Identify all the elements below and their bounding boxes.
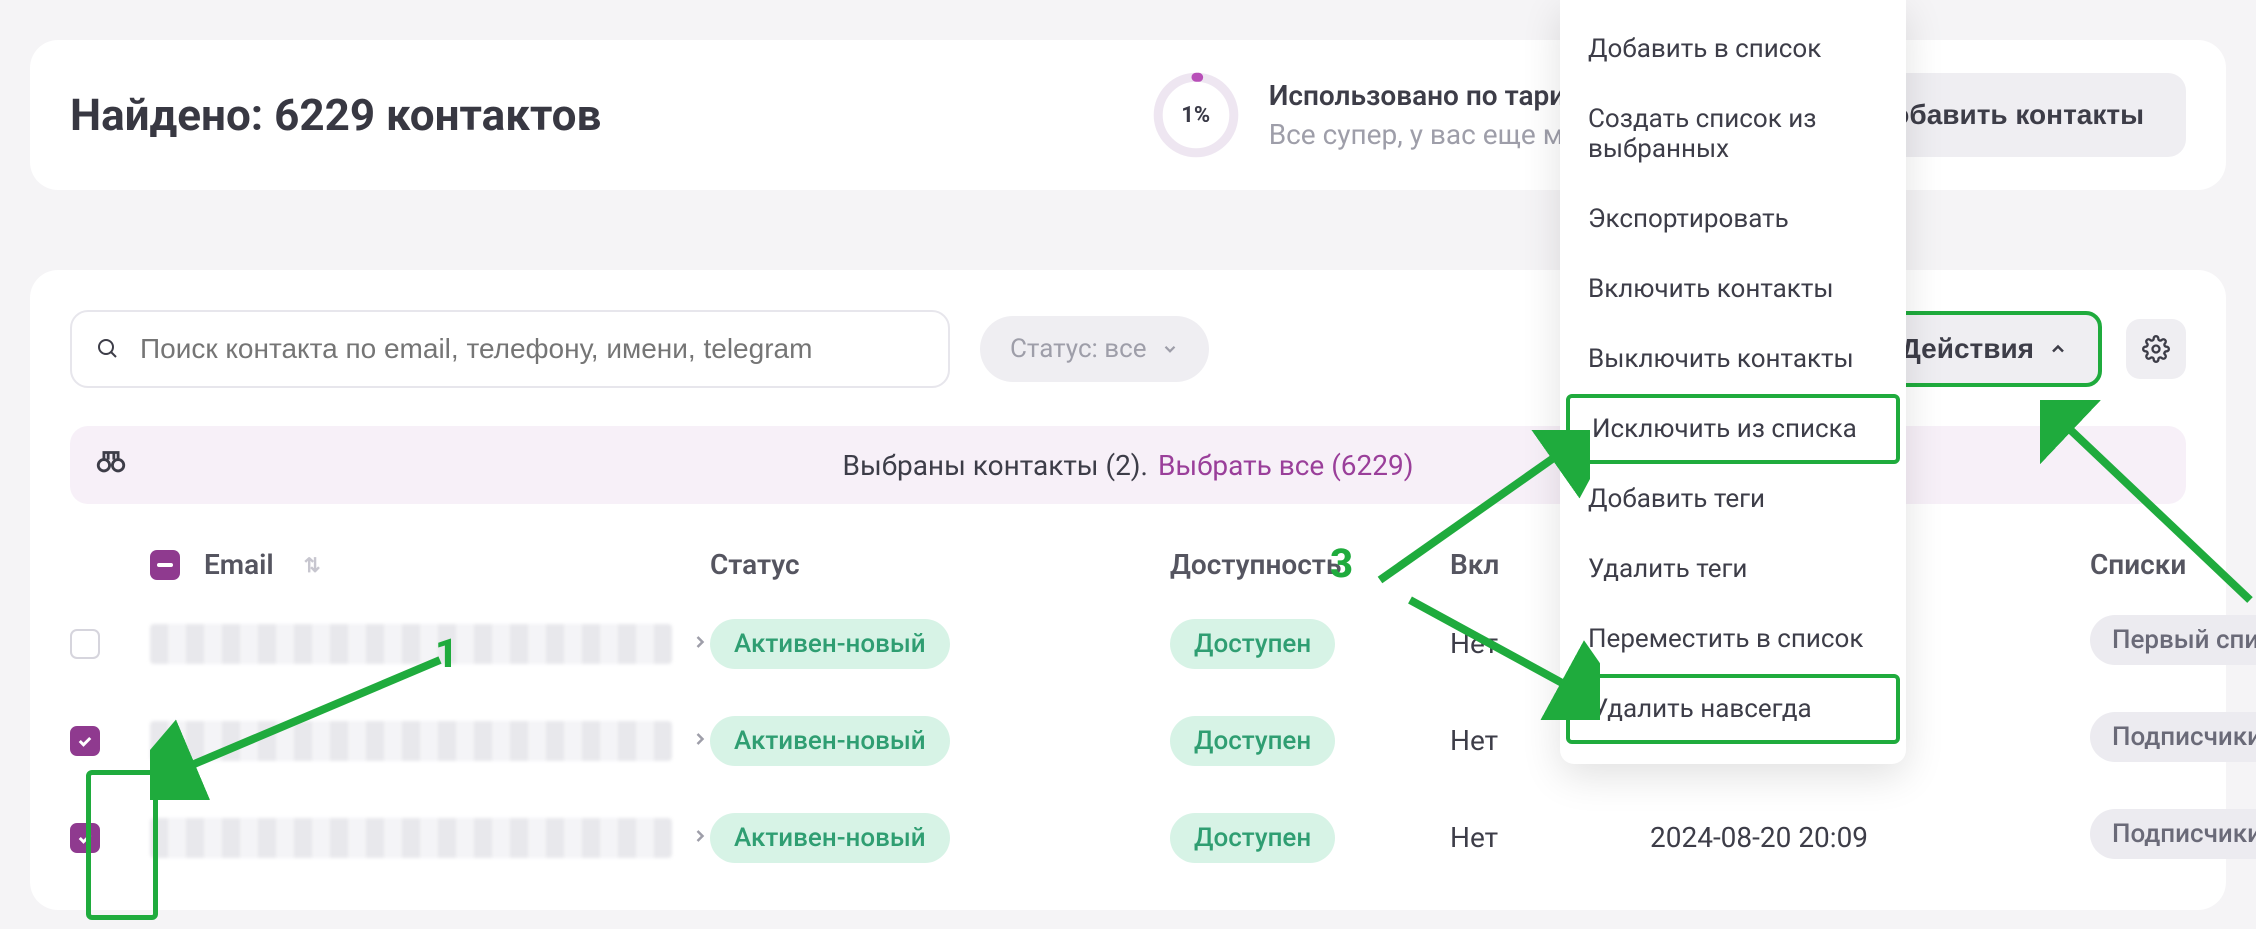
col-lists[interactable]: Списки [2090,548,2256,581]
dropdown-item[interactable]: Создать список из выбранных [1560,84,1906,184]
select-all-link[interactable]: Выбрать все (6229) [1158,449,1414,482]
usage-ring: 1% [1151,70,1241,160]
enabled-cell: Нет [1450,821,1650,854]
actions-label: Действия [1901,333,2034,365]
availability-badge: Доступен [1170,716,1335,766]
expand-row-button[interactable] [690,630,710,658]
selection-text: Выбраны контакты (2). [843,449,1148,482]
annotation-number-1: 1 [435,630,458,677]
dropdown-item[interactable]: Выключить контакты [1560,324,1906,394]
email-redacted [150,624,672,664]
status-filter[interactable]: Статус: все [980,316,1209,382]
search-box[interactable] [70,310,950,388]
date-cell: 2024-08-20 20:09 [1650,821,2090,854]
dropdown-item[interactable]: Удалить теги [1560,534,1906,604]
annotation-number-3: 3 [1330,540,1353,587]
header-checkbox-indeterminate[interactable] [150,550,180,580]
found-count-title: Найдено: 6229 контактов [70,89,601,141]
availability-badge: Доступен [1170,619,1335,669]
dropdown-item[interactable]: Добавить теги [1560,464,1906,534]
dropdown-item[interactable]: Исключить из списка [1566,394,1900,464]
dropdown-item[interactable]: Включить контакты [1560,254,1906,324]
usage-percent: 1% [1151,70,1241,160]
sort-icon[interactable]: ⇅ [304,553,321,577]
row-checkbox[interactable] [70,629,100,659]
actions-dropdown: Добавить в списокСоздать список из выбра… [1560,0,1906,764]
gear-icon [2142,335,2170,363]
col-status[interactable]: Статус [710,548,1170,581]
dropdown-item[interactable]: Добавить в список [1560,14,1906,84]
list-badge: Подписчики ... [2090,809,2256,859]
dropdown-item[interactable]: Экспортировать [1560,184,1906,254]
row-checkbox[interactable] [70,726,100,756]
col-email[interactable]: Email [204,548,274,581]
expand-row-button[interactable] [690,727,710,755]
status-badge: Активен-новый [710,716,950,766]
row-checkbox[interactable] [70,823,100,853]
status-badge: Активен-новый [710,813,950,863]
chevron-up-icon [2048,339,2068,359]
list-badge: Первый спи... [2090,615,2256,665]
search-icon [96,337,120,361]
chevron-down-icon [1161,340,1179,358]
email-redacted [150,721,672,761]
table-row: Активен-новый Доступен Нет 2024-08-20 20… [70,809,2186,866]
list-badge: Подписчики ... [2090,712,2256,762]
email-redacted [150,818,672,858]
status-badge: Активен-новый [710,619,950,669]
binoculars-icon [94,444,128,486]
expand-row-button[interactable] [690,824,710,852]
dropdown-item[interactable]: Переместить в список [1560,604,1906,674]
search-input[interactable] [140,333,924,365]
dropdown-item[interactable]: Удалить навсегда [1566,674,1900,744]
col-availability[interactable]: Доступность [1170,548,1450,581]
settings-button[interactable] [2126,319,2186,379]
status-filter-label: Статус: все [1010,334,1147,364]
availability-badge: Доступен [1170,813,1335,863]
